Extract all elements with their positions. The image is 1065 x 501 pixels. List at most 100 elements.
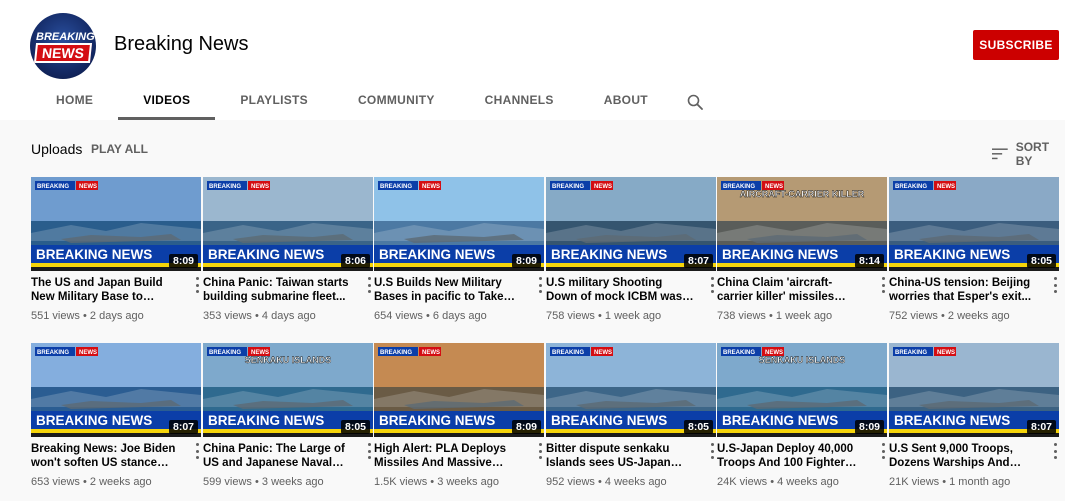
video-age: 6 days ago xyxy=(432,310,487,322)
video-card[interactable]: BREAKING NEWS AIRCRAFT-CARRIER KILLER BR… xyxy=(717,177,887,327)
video-thumbnail[interactable]: BREAKING NEWS BREAKING NEWS 8:05 xyxy=(889,177,1059,271)
video-title[interactable]: U.S Builds New Military Bases in pacific… xyxy=(374,276,524,304)
tab-channels[interactable]: CHANNELS xyxy=(460,83,579,120)
video-card[interactable]: BREAKING NEWS BREAKING NEWS 8:09 High Al… xyxy=(374,343,544,493)
video-views: 1.5K views xyxy=(374,476,428,488)
video-title[interactable]: China Panic: The Large of US and Japanes… xyxy=(203,442,353,470)
video-duration: 8:07 xyxy=(168,420,198,434)
video-thumbnail[interactable]: BREAKING NEWS BREAKING NEWS 8:09 xyxy=(374,343,544,437)
video-thumbnail[interactable]: BREAKING NEWS BREAKING NEWS 8:07 xyxy=(546,177,716,271)
video-views: 752 views xyxy=(889,310,938,322)
video-thumbnail[interactable]: BREAKING NEWS SENKAKU ISLANDS BREAKING N… xyxy=(203,343,373,437)
more-options-icon[interactable] xyxy=(1051,277,1059,293)
video-age: 1 month ago xyxy=(949,476,1011,488)
more-options-icon[interactable] xyxy=(708,277,716,293)
channel-header: BREAKING NEWS Breaking News SUBSCRIBE HO… xyxy=(0,0,1065,120)
tab-home[interactable]: HOME xyxy=(30,83,118,120)
thumbnail-badge-news: NEWS xyxy=(422,350,440,356)
tab-playlists[interactable]: PLAYLISTS xyxy=(215,83,333,120)
video-title[interactable]: U.S military Shooting Down of mock ICBM … xyxy=(546,276,696,304)
video-thumbnail[interactable]: BREAKING NEWS BREAKING NEWS 8:09 xyxy=(374,177,544,271)
search-icon[interactable] xyxy=(673,83,717,120)
thumbnail-badge: BREAKING xyxy=(380,350,412,356)
thumbnail-badge-news: NEWS xyxy=(594,184,612,190)
video-card[interactable]: BREAKING NEWS SENKAKU ISLANDS BREAKING N… xyxy=(717,343,887,493)
thumbnail-banner: BREAKING NEWS xyxy=(379,247,495,262)
video-age: 2 weeks ago xyxy=(89,476,152,488)
more-options-icon[interactable] xyxy=(879,443,887,459)
video-card[interactable]: BREAKING NEWS BREAKING NEWS 8:07 U.S mil… xyxy=(546,177,716,327)
video-thumbnail[interactable]: BREAKING NEWS BREAKING NEWS 8:07 xyxy=(31,343,201,437)
sort-by-button[interactable]: SORT BY xyxy=(992,140,1065,168)
video-title[interactable]: Bitter dispute senkaku Islands sees US-J… xyxy=(546,442,696,470)
more-options-icon[interactable] xyxy=(193,443,201,459)
thumbnail-banner: BREAKING NEWS xyxy=(551,247,667,262)
thumbnail-badge: BREAKING xyxy=(552,184,584,190)
meta-separator: • xyxy=(425,310,433,322)
thumbnail-banner: BREAKING NEWS xyxy=(894,413,1010,428)
video-duration: 8:05 xyxy=(340,420,370,434)
thumbnail-badge: BREAKING xyxy=(552,350,584,356)
video-age: 2 days ago xyxy=(89,310,144,322)
video-title[interactable]: Breaking News: Joe Biden won't soften US… xyxy=(31,442,181,470)
video-meta: 654 views • 6 days ago xyxy=(374,310,487,322)
channel-avatar[interactable]: BREAKING NEWS xyxy=(30,13,96,79)
video-title[interactable]: China Panic: Taiwan starts building subm… xyxy=(203,276,353,304)
subscribe-button[interactable]: SUBSCRIBE xyxy=(973,30,1059,60)
video-meta: 599 views • 3 weeks ago xyxy=(203,476,324,488)
video-age: 4 weeks ago xyxy=(604,476,667,488)
avatar-logo-bottom: NEWS xyxy=(33,43,93,63)
video-card[interactable]: BREAKING NEWS BREAKING NEWS 8:07 U.S Sen… xyxy=(889,343,1059,493)
meta-separator: • xyxy=(82,310,90,322)
video-duration: 8:14 xyxy=(854,254,884,268)
more-options-icon[interactable] xyxy=(708,443,716,459)
thumbnail-badge: BREAKING xyxy=(380,184,412,190)
video-title[interactable]: High Alert: PLA Deploys Missiles And Mas… xyxy=(374,442,524,470)
more-options-icon[interactable] xyxy=(536,443,544,459)
more-options-icon[interactable] xyxy=(536,277,544,293)
thumbnail-badge: BREAKING xyxy=(895,350,927,356)
video-thumbnail[interactable]: BREAKING NEWS BREAKING NEWS 8:05 xyxy=(546,343,716,437)
video-thumbnail[interactable]: BREAKING NEWS AIRCRAFT-CARRIER KILLER BR… xyxy=(717,177,887,271)
more-options-icon[interactable] xyxy=(365,443,373,459)
video-card[interactable]: BREAKING NEWS SENKAKU ISLANDS BREAKING N… xyxy=(203,343,373,493)
tab-about[interactable]: ABOUT xyxy=(579,83,673,120)
more-options-icon[interactable] xyxy=(365,277,373,293)
thumbnail-badge-news: NEWS xyxy=(937,350,955,356)
more-options-icon[interactable] xyxy=(193,277,201,293)
video-title[interactable]: U.S-Japan Deploy 40,000 Troops And 100 F… xyxy=(717,442,867,470)
video-views: 654 views xyxy=(374,310,423,322)
channel-tabs: HOME VIDEOS PLAYLISTS COMMUNITY CHANNELS… xyxy=(30,83,717,120)
play-all-button[interactable]: PLAY ALL xyxy=(91,142,148,156)
tab-community[interactable]: COMMUNITY xyxy=(333,83,460,120)
thumbnail-overlay-text: AIRCRAFT-CARRIER KILLER xyxy=(740,189,865,199)
more-options-icon[interactable] xyxy=(879,277,887,293)
video-age: 3 weeks ago xyxy=(437,476,499,488)
video-title[interactable]: China Claim 'aircraft-carrier killer' mi… xyxy=(717,276,867,304)
thumbnail-badge-news: NEWS xyxy=(79,350,97,356)
video-card[interactable]: BREAKING NEWS BREAKING NEWS 8:07 Breakin… xyxy=(31,343,201,493)
video-duration: 8:06 xyxy=(340,254,370,268)
video-thumbnail[interactable]: BREAKING NEWS BREAKING NEWS 8:06 xyxy=(203,177,373,271)
more-options-icon[interactable] xyxy=(1051,443,1059,459)
video-card[interactable]: BREAKING NEWS BREAKING NEWS 8:05 Bitter … xyxy=(546,343,716,493)
thumbnail-banner: BREAKING NEWS xyxy=(36,247,152,262)
video-title[interactable]: China-US tension: Beijing worries that E… xyxy=(889,276,1039,304)
video-title[interactable]: U.S Sent 9,000 Troops, Dozens Warships A… xyxy=(889,442,1039,470)
video-card[interactable]: BREAKING NEWS BREAKING NEWS 8:09 U.S Bui… xyxy=(374,177,544,327)
thumbnail-badge: BREAKING xyxy=(37,350,69,356)
video-thumbnail[interactable]: BREAKING NEWS BREAKING NEWS 8:07 xyxy=(889,343,1059,437)
tab-videos[interactable]: VIDEOS xyxy=(118,83,216,120)
thumbnail-badge: BREAKING xyxy=(895,184,927,190)
thumbnail-badge: BREAKING xyxy=(37,184,69,190)
video-card[interactable]: BREAKING NEWS BREAKING NEWS 8:06 China P… xyxy=(203,177,373,327)
video-card[interactable]: BREAKING NEWS BREAKING NEWS 8:05 China-U… xyxy=(889,177,1059,327)
video-card[interactable]: BREAKING NEWS BREAKING NEWS 8:09 The US … xyxy=(31,177,201,327)
video-duration: 8:09 xyxy=(854,420,884,434)
video-age: 4 days ago xyxy=(261,310,316,322)
video-thumbnail[interactable]: BREAKING NEWS SENKAKU ISLANDS BREAKING N… xyxy=(717,343,887,437)
video-thumbnail[interactable]: BREAKING NEWS BREAKING NEWS 8:09 xyxy=(31,177,201,271)
video-title[interactable]: The US and Japan Build New Military Base… xyxy=(31,276,181,304)
video-views: 758 views xyxy=(546,310,595,322)
video-meta: 738 views • 1 week ago xyxy=(717,310,832,322)
